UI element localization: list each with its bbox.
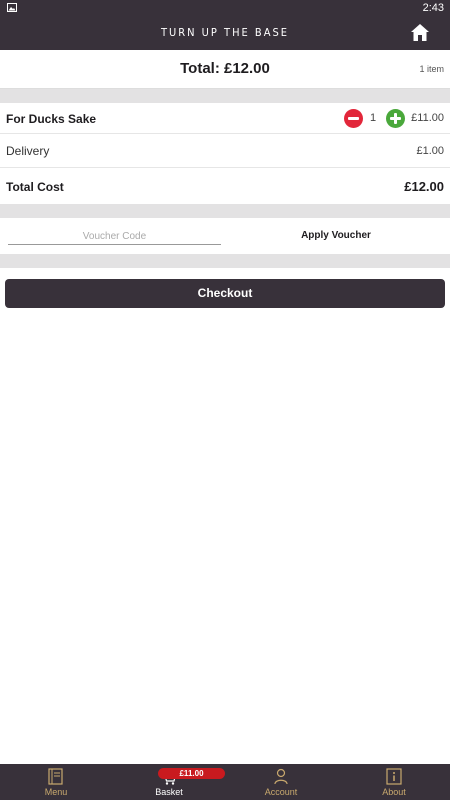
bottom-navigation: Menu Basket Account About bbox=[0, 764, 450, 800]
nav-label-basket: Basket bbox=[155, 787, 183, 797]
item-count: 1 item bbox=[419, 64, 444, 74]
delivery-row: Delivery £1.00 bbox=[0, 134, 450, 168]
nav-label-about: About bbox=[382, 787, 406, 797]
increase-quantity-button[interactable] bbox=[386, 109, 405, 128]
total-label: Total: £12.00 bbox=[180, 60, 270, 77]
item-quantity: 1 bbox=[370, 112, 377, 124]
item-name: For Ducks Sake bbox=[6, 112, 97, 126]
home-icon[interactable] bbox=[410, 23, 430, 42]
voucher-code-input[interactable] bbox=[8, 228, 221, 245]
plus-icon-v bbox=[394, 113, 397, 124]
basket-total-badge: £11.00 bbox=[158, 768, 225, 779]
decrease-quantity-button[interactable] bbox=[344, 109, 363, 128]
delivery-value: £1.00 bbox=[416, 145, 444, 157]
nav-item-menu[interactable]: Menu bbox=[0, 764, 112, 800]
status-time: 2:43 bbox=[422, 2, 444, 14]
total-cost-label: Total Cost bbox=[6, 180, 64, 194]
menu-book-icon bbox=[48, 768, 63, 785]
minus-icon bbox=[348, 117, 359, 120]
total-cost-row: Total Cost £12.00 bbox=[0, 168, 450, 204]
image-icon bbox=[7, 3, 17, 12]
info-icon bbox=[386, 768, 402, 785]
section-divider bbox=[0, 254, 450, 268]
nav-label-menu: Menu bbox=[44, 787, 68, 797]
item-price: £11.00 bbox=[411, 112, 444, 124]
total-summary: Total: £12.00 1 item bbox=[0, 50, 450, 89]
checkout-button[interactable]: Checkout bbox=[5, 279, 445, 308]
nav-item-about[interactable]: About bbox=[338, 764, 450, 800]
section-divider bbox=[0, 89, 450, 103]
basket-item-row: For Ducks Sake 1 £11.00 bbox=[0, 103, 450, 134]
delivery-label: Delivery bbox=[6, 144, 50, 158]
person-icon bbox=[274, 768, 288, 785]
status-bar: 2:43 bbox=[0, 0, 450, 16]
app-bar: TURN UP THE BASE bbox=[0, 16, 450, 50]
nav-label-account: Account bbox=[264, 787, 298, 797]
nav-item-account[interactable]: Account bbox=[225, 764, 337, 800]
app-title: TURN UP THE BASE bbox=[160, 26, 290, 39]
total-cost-value: £12.00 bbox=[404, 179, 444, 194]
section-divider bbox=[0, 204, 450, 218]
apply-voucher-button[interactable]: Apply Voucher bbox=[280, 230, 392, 241]
